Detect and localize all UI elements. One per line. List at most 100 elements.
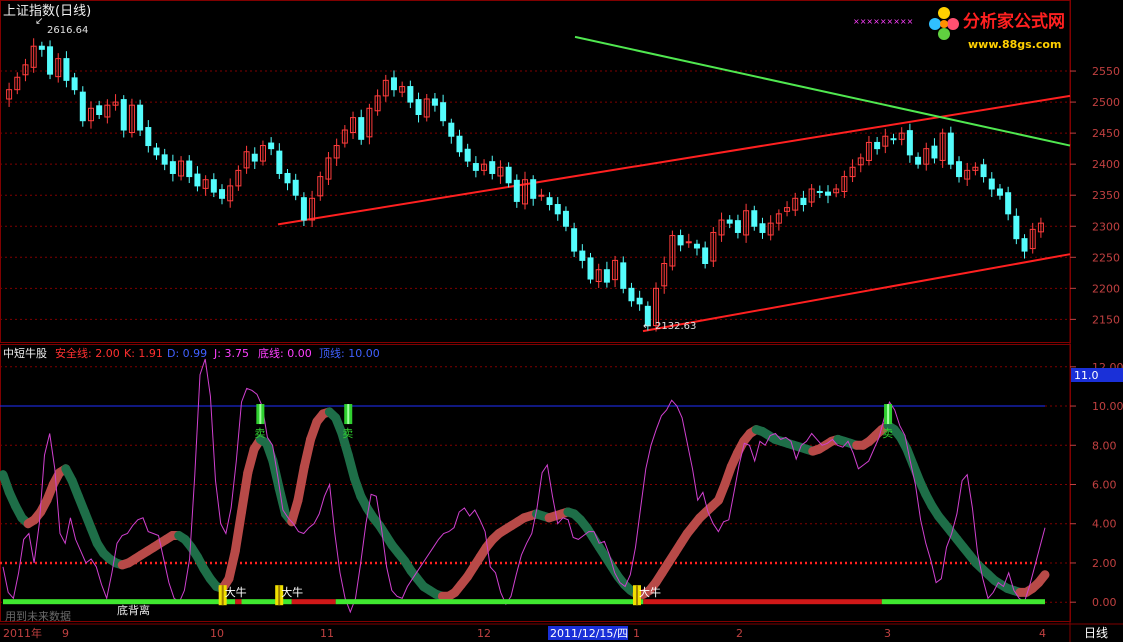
kd-segment — [237, 468, 253, 517]
indicator-name: 中短牛股 — [3, 346, 47, 360]
svg-text:www.88gs.com: www.88gs.com — [968, 38, 1061, 51]
indicator-tick-label: 8.00 — [1092, 439, 1117, 452]
sell-signal-label: 卖 — [882, 427, 893, 440]
price-tick-label: 2400 — [1092, 158, 1120, 171]
candle-body — [726, 219, 733, 224]
candle-body — [145, 127, 152, 147]
candle-body — [571, 228, 578, 252]
candle-body — [824, 191, 831, 196]
candle-body — [464, 148, 471, 162]
x-label-12: 12 — [477, 627, 491, 640]
candle-body — [538, 194, 545, 197]
indicator-legend: 中短牛股 安全线: 2.00 K: 1.91 D: 0.99 J: 3.75 底… — [3, 346, 380, 360]
price-tick-label: 2450 — [1092, 127, 1120, 140]
candle-body — [472, 163, 479, 171]
price-tick-label: 2200 — [1092, 282, 1120, 295]
candle-body — [448, 122, 455, 137]
chart-title: 上证指数(日线) — [3, 4, 91, 19]
x-label-9: 9 — [62, 627, 69, 640]
candle — [79, 86, 86, 127]
buy-signal-label: 大牛 — [639, 585, 661, 599]
candle-body — [874, 141, 881, 150]
candle-body — [956, 161, 963, 178]
svg-text:×××××××××: ××××××××× — [853, 17, 913, 26]
candle-body — [300, 197, 307, 221]
candle-body — [620, 262, 627, 289]
legend-k: K: 1.91 — [124, 347, 163, 360]
sell-signal-label: 卖 — [254, 427, 265, 440]
candle-body — [292, 179, 299, 196]
candle-body — [554, 204, 561, 215]
x-label-4: 4 — [1039, 627, 1046, 640]
legend-top: 顶线: 10.00 — [319, 346, 380, 360]
candle-body — [915, 156, 922, 165]
candle-body — [415, 99, 422, 115]
candle-body — [161, 154, 168, 165]
indicator-tick-label: 6.00 — [1092, 479, 1117, 492]
candle-body — [759, 223, 766, 233]
svg-text:2616.64: 2616.64 — [47, 25, 88, 36]
kd-segment — [230, 507, 247, 556]
status-segment — [235, 599, 242, 605]
candle-body — [693, 243, 700, 249]
x-label-10: 10 — [210, 627, 224, 640]
price-tick-label: 2300 — [1092, 220, 1120, 233]
kd-segment — [1034, 570, 1050, 588]
candle-body — [562, 210, 569, 227]
candle-body — [947, 132, 954, 165]
candle-body — [71, 77, 78, 91]
candle-body — [1021, 238, 1028, 252]
cursor-date: 2011/12/15/四 — [550, 627, 628, 640]
candle-body — [489, 161, 496, 174]
candle-body — [284, 172, 291, 184]
buy-signal-label: 大牛 — [281, 585, 303, 599]
candle-body — [603, 269, 610, 283]
svg-text:←: ← — [643, 321, 651, 332]
candle-body — [169, 161, 176, 174]
candle-body — [816, 190, 823, 193]
price-tick-label: 2500 — [1092, 96, 1120, 109]
indicator-tick-label: 10.00 — [1092, 400, 1123, 413]
candle-body — [38, 45, 45, 50]
candle-body — [513, 179, 520, 202]
kd-segment — [293, 462, 309, 505]
candle-body — [751, 210, 758, 227]
price-tick-label: 2150 — [1092, 313, 1120, 326]
candle-body — [988, 178, 995, 190]
chart-canvas[interactable]: 2150 2200 2250 2300 2350 2400 2450 2500 2550 上证指… — [0, 0, 1123, 642]
low-marker: ← 2132.63 — [643, 321, 696, 332]
x-label-3: 3 — [884, 627, 891, 640]
candle-body — [677, 235, 684, 246]
sell-signal-label: 卖 — [342, 427, 353, 440]
status-segment — [241, 599, 292, 605]
candle-body — [96, 105, 103, 116]
indicator-tick-label: 2.00 — [1092, 557, 1117, 570]
candle-body — [63, 58, 70, 81]
legend-bottom: 底线: 0.00 — [258, 346, 312, 360]
period-button[interactable]: 日线 — [1084, 626, 1108, 640]
candle-body — [546, 197, 553, 206]
candle-body — [79, 91, 86, 122]
candle-body — [587, 257, 594, 280]
candle-body — [505, 166, 512, 184]
status-segment — [643, 599, 882, 605]
candle-body — [194, 173, 201, 187]
candle-body — [890, 138, 897, 141]
candle-body — [358, 117, 365, 140]
candle-body — [210, 179, 217, 193]
legend-d: D: 0.99 — [167, 347, 207, 360]
candle-body — [186, 160, 193, 178]
candle-body — [1013, 215, 1020, 240]
svg-text:2132.63: 2132.63 — [655, 321, 696, 332]
candle-body — [456, 135, 463, 153]
candle-body — [800, 197, 807, 206]
candle-body — [579, 250, 586, 261]
candle-body — [407, 86, 414, 103]
indicator-tick-label: 4.00 — [1092, 518, 1117, 531]
x-label-1: 1 — [633, 627, 640, 640]
candle-body — [734, 220, 741, 233]
candle-body — [137, 104, 144, 131]
candle — [587, 252, 594, 284]
x-label-2: 2 — [736, 627, 743, 640]
future-data-note: 用到未来数据 — [5, 609, 71, 623]
